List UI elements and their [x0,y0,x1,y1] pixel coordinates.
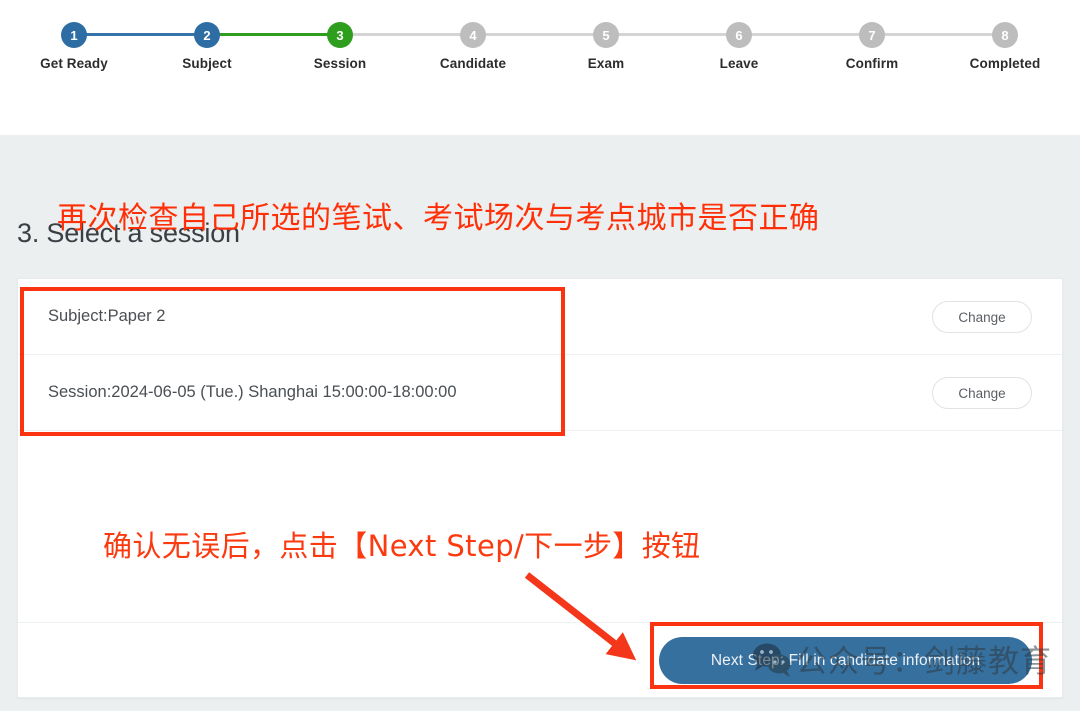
stepper-step-subject[interactable]: 2 Subject [141,22,273,71]
stepper-step-label: Exam [587,56,625,71]
change-subject-button[interactable]: Change [932,301,1032,333]
stepper-step-confirm[interactable]: 7 Confirm [806,22,938,71]
next-step-button[interactable]: Next Step: Fill in candidate information [659,637,1032,684]
annotation-check-selection-note: 再次检查自己所选的笔试、考试场次与考点城市是否正确 [57,201,820,236]
stepper-step-label: Confirm [845,56,899,71]
stepper-step-completed[interactable]: 8 Completed [939,22,1071,71]
table-row[interactable]: Session:2024-06-05 (Tue.) Shanghai 15:00… [18,355,1062,431]
change-session-button[interactable]: Change [932,377,1032,409]
page-header: 1 Get Ready 2 Subject 3 Session 4 Candidate 5 Exa… [0,0,1080,135]
stepper-step-session[interactable]: 3 Session [274,22,406,71]
stepper-connector-2 [219,33,328,36]
session-value: Session:2024-06-05 (Tue.) Shanghai 15:00… [48,383,457,401]
annotation-click-next-note: 确认无误后，点击【Next Step/下一步】按钮 [103,529,701,563]
stepper-number-badge: 7 [859,22,885,48]
stepper-step-candidate[interactable]: 4 Candidate [407,22,539,71]
stepper-step-label: Candidate [439,56,507,71]
stepper-step-get-ready[interactable]: 1 Get Ready [8,22,140,71]
stepper-number-badge: 2 [194,22,220,48]
stepper-step-label: Leave [719,56,759,71]
stepper-number-badge: 3 [327,22,353,48]
stepper-number-badge: 1 [61,22,87,48]
stepper-connector-3 [352,33,461,36]
stepper-connector-1 [86,33,195,36]
stepper-step-label: Completed [969,56,1041,71]
session-selection-card: Subject:Paper 2 Change Session:2024-06-0… [17,278,1063,698]
stepper-number-badge: 8 [992,22,1018,48]
stepper-connector-4 [485,33,594,36]
stepper-connector-6 [751,33,860,36]
stepper-step-leave[interactable]: 6 Leave [673,22,805,71]
subject-value: Subject:Paper 2 [48,307,166,325]
stepper-number-badge: 5 [593,22,619,48]
stepper-number-badge: 6 [726,22,752,48]
progress-stepper: 1 Get Ready 2 Subject 3 Session 4 Candidate 5 Exa… [0,0,1080,90]
stepper-number-badge: 4 [460,22,486,48]
stepper-connector-5 [618,33,727,36]
table-row[interactable]: Subject:Paper 2 Change [18,279,1062,355]
stepper-step-exam[interactable]: 5 Exam [540,22,672,71]
stepper-step-label: Get Ready [40,56,108,71]
card-footer: Next Step: Fill in candidate information [18,623,1062,709]
stepper-step-label: Session [313,56,367,71]
stepper-step-label: Subject [182,56,232,71]
stepper-connector-7 [884,33,993,36]
